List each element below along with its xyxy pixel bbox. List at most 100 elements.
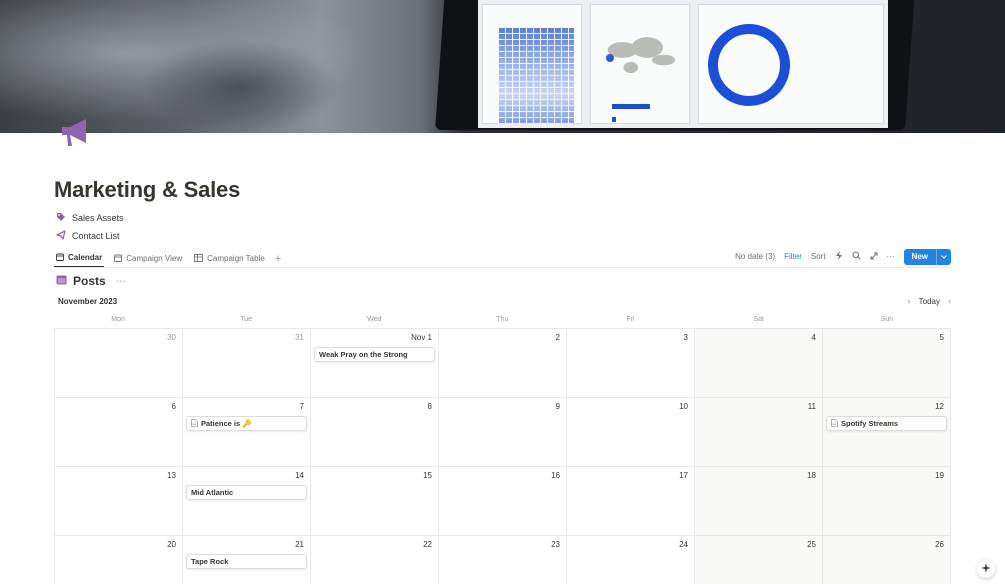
calendar-day-cell[interactable]: 18 bbox=[695, 467, 823, 536]
calendar-day-cell[interactable]: 22 bbox=[311, 536, 439, 584]
calendar-day-cell[interactable]: 16 bbox=[439, 467, 567, 536]
event-card[interactable]: Weak Pray on the Strong bbox=[314, 347, 435, 362]
calendar-day-cell[interactable]: 7 Patience is 🔑 bbox=[183, 398, 311, 467]
chevron-left-icon[interactable]: ‹ bbox=[908, 296, 911, 306]
calendar-day-cell[interactable]: 14 Mid Atlantic bbox=[183, 467, 311, 536]
weekday-label: Fri bbox=[626, 316, 635, 323]
calendar-icon bbox=[56, 274, 67, 288]
day-number: 12 bbox=[935, 402, 944, 411]
page-title[interactable]: Marketing & Sales bbox=[54, 177, 240, 203]
tabs-divider bbox=[54, 267, 951, 268]
day-number: 20 bbox=[167, 540, 176, 549]
day-number: 25 bbox=[807, 540, 816, 549]
tab-calendar[interactable]: Calendar bbox=[54, 249, 105, 268]
tab-label: Campaign View bbox=[126, 254, 183, 263]
sort-button[interactable]: Sort bbox=[811, 252, 826, 261]
calendar-day-cell[interactable]: 26 bbox=[823, 536, 951, 584]
calendar-day-cell[interactable]: 9 bbox=[439, 398, 567, 467]
database-more-button[interactable]: ··· bbox=[116, 276, 126, 287]
dashboard-bar bbox=[612, 104, 650, 109]
event-title: Mid Atlantic bbox=[191, 488, 234, 497]
day-number: 5 bbox=[939, 333, 944, 342]
dashboard-bar bbox=[612, 117, 616, 122]
cover-image[interactable] bbox=[0, 0, 1005, 133]
expand-icon[interactable] bbox=[870, 252, 878, 262]
day-number: 17 bbox=[679, 471, 688, 480]
database-title[interactable]: Posts bbox=[73, 274, 106, 288]
weekday-label: Sun bbox=[880, 316, 894, 323]
calendar-day-cell[interactable]: 12 Spotify Streams bbox=[823, 398, 951, 467]
event-card[interactable]: Patience is 🔑 bbox=[186, 416, 307, 431]
calendar-day-cell[interactable]: 11 bbox=[695, 398, 823, 467]
chevron-right-icon[interactable]: › bbox=[948, 296, 951, 306]
chevron-down-icon[interactable] bbox=[936, 248, 951, 265]
day-number: 30 bbox=[167, 333, 176, 342]
calendar-day-cell[interactable]: 8 bbox=[311, 398, 439, 467]
calendar-grid: 30 31 Nov 1 Weak Pray on the Strong 2 3 4 5 6 7 Pa… bbox=[54, 328, 951, 584]
filter-button[interactable]: Filter bbox=[784, 252, 802, 261]
new-button[interactable]: New bbox=[903, 248, 951, 265]
heatmap-graphic bbox=[498, 28, 574, 124]
cover-background-shadow bbox=[140, 40, 340, 133]
calendar-day-cell[interactable]: 17 bbox=[567, 467, 695, 536]
weekday-label: Sat bbox=[753, 316, 764, 323]
no-date-button[interactable]: No date (3) bbox=[735, 252, 775, 261]
calendar-day-cell[interactable]: 2 bbox=[439, 329, 567, 398]
day-number: 6 bbox=[171, 402, 176, 411]
calendar-day-cell[interactable]: 24 bbox=[567, 536, 695, 584]
day-number: Nov 1 bbox=[411, 333, 432, 342]
day-number: 10 bbox=[679, 402, 688, 411]
day-number: 15 bbox=[423, 471, 432, 480]
day-number: 2 bbox=[555, 333, 560, 342]
calendar-day-cell[interactable]: 3 bbox=[567, 329, 695, 398]
day-number: 9 bbox=[555, 402, 560, 411]
calendar-day-cell[interactable]: 25 bbox=[695, 536, 823, 584]
calendar-day-cell[interactable]: 4 bbox=[695, 329, 823, 398]
calendar-day-cell[interactable]: 19 bbox=[823, 467, 951, 536]
day-number: 19 bbox=[935, 471, 944, 480]
event-card[interactable]: Tape Rock bbox=[186, 554, 307, 569]
view-tabs: Calendar Campaign View Campaign Table + bbox=[54, 249, 281, 268]
calendar-day-cell[interactable]: 21 Tape Rock bbox=[183, 536, 311, 584]
link-sales-assets[interactable]: Sales Assets bbox=[56, 210, 124, 226]
calendar-day-cell[interactable]: 6 bbox=[55, 398, 183, 467]
calendar-icon bbox=[114, 254, 123, 264]
weekday-label: Thu bbox=[496, 316, 509, 323]
weekday-label: Wed bbox=[367, 316, 382, 323]
calendar-day-cell[interactable]: 30 bbox=[55, 329, 183, 398]
calendar-day-cell[interactable]: 23 bbox=[439, 536, 567, 584]
calendar-day-cell[interactable]: 20 bbox=[55, 536, 183, 584]
day-number: 31 bbox=[295, 333, 304, 342]
ai-sparkle-button[interactable] bbox=[977, 560, 995, 578]
calendar-day-cell[interactable]: 13 bbox=[55, 467, 183, 536]
calendar-day-cell[interactable]: 31 bbox=[183, 329, 311, 398]
megaphone-icon[interactable] bbox=[58, 114, 94, 150]
add-view-button[interactable]: + bbox=[275, 253, 281, 265]
calendar-day-cell[interactable]: 10 bbox=[567, 398, 695, 467]
lightning-icon[interactable] bbox=[835, 251, 843, 262]
calendar-day-cell[interactable]: Nov 1 Weak Pray on the Strong bbox=[311, 329, 439, 398]
link-label: Contact List bbox=[72, 231, 120, 241]
tab-label: Calendar bbox=[68, 253, 103, 262]
day-number: 14 bbox=[295, 471, 304, 480]
calendar-day-cell[interactable]: 5 bbox=[823, 329, 951, 398]
day-number: 22 bbox=[423, 540, 432, 549]
event-title: Patience is 🔑 bbox=[201, 419, 252, 428]
day-number: 26 bbox=[935, 540, 944, 549]
event-title: Weak Pray on the Strong bbox=[319, 350, 408, 359]
link-contact-list[interactable]: Contact List bbox=[56, 228, 120, 244]
weekday-label: Mon bbox=[111, 316, 125, 323]
day-number: 4 bbox=[811, 333, 816, 342]
calendar-day-cell[interactable]: 15 bbox=[311, 467, 439, 536]
more-icon[interactable]: ··· bbox=[887, 252, 895, 261]
day-number: 16 bbox=[551, 471, 560, 480]
today-button[interactable]: Today bbox=[919, 297, 940, 306]
tab-campaign-view[interactable]: Campaign View bbox=[112, 249, 184, 268]
event-card[interactable]: Mid Atlantic bbox=[186, 485, 307, 500]
sparkle-icon bbox=[981, 560, 991, 578]
event-card[interactable]: Spotify Streams bbox=[826, 416, 947, 431]
tab-campaign-table[interactable]: Campaign Table bbox=[192, 249, 267, 268]
new-button-label[interactable]: New bbox=[904, 249, 936, 265]
day-number: 11 bbox=[807, 402, 816, 411]
search-icon[interactable] bbox=[852, 251, 861, 262]
